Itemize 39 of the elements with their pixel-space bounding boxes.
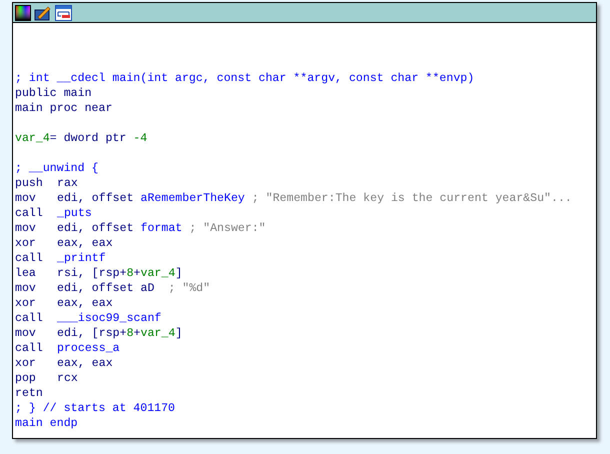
instruction-mnemonic: xor <box>15 236 37 251</box>
pencil-icon[interactable] <box>34 4 52 20</box>
code-line: ; } // starts at 401170 <box>15 401 176 416</box>
instruction-operand: _puts <box>57 206 92 221</box>
instruction-operand: eax, eax <box>57 296 113 311</box>
instruction-operand: process_a <box>57 341 120 356</box>
instruction-operand: rcx <box>57 371 78 386</box>
instruction-operand: ___isoc99_scanf <box>57 311 162 326</box>
code-line: public main <box>15 86 92 101</box>
color-palette-icon[interactable] <box>15 4 31 20</box>
instruction-mnemonic: lea <box>15 266 37 281</box>
code-line: ; int __cdecl main(int argc, const char **argv, const char **envp) <box>15 71 474 86</box>
instruction-operand: edi, [rsp+8+var_4] <box>57 326 182 341</box>
instruction-operand: _printf <box>57 251 106 266</box>
instruction-operand: rsi, [rsp+8+var_4] <box>57 266 182 281</box>
instruction-operand: rax <box>57 176 78 191</box>
instruction-operand: edi, offset aRememberTheKey ; "Remember:The key is the current year&Su"... <box>57 191 572 206</box>
code-line: main endp <box>15 416 78 431</box>
instruction-mnemonic: call <box>15 311 44 326</box>
instruction-mnemonic: call <box>15 206 44 221</box>
instruction-mnemonic: mov <box>15 281 37 296</box>
instruction-mnemonic: mov <box>15 326 37 341</box>
instruction-mnemonic: call <box>15 341 44 356</box>
instruction-operand: edi, offset aD ; "%d" <box>57 281 210 296</box>
instruction-mnemonic: call <box>15 251 44 266</box>
instruction-operand: edi, offset format ; "Answer:" <box>57 221 266 236</box>
window-icon[interactable] <box>55 4 72 20</box>
instruction-mnemonic: xor <box>15 296 37 311</box>
code-line: ; __unwind { <box>15 161 98 176</box>
instruction-mnemonic: push <box>15 176 44 191</box>
instruction-mnemonic: pop <box>15 371 37 386</box>
code-line: var_4= dword ptr -4 <box>15 131 148 146</box>
instruction-mnemonic: mov <box>15 191 37 206</box>
instruction-mnemonic: xor <box>15 356 37 371</box>
code-line: main proc near <box>15 101 112 116</box>
instruction-operand: eax, eax <box>57 236 113 251</box>
instruction-mnemonic: mov <box>15 221 37 236</box>
instruction-operand: eax, eax <box>57 356 113 371</box>
instruction-mnemonic: retn <box>15 386 44 401</box>
